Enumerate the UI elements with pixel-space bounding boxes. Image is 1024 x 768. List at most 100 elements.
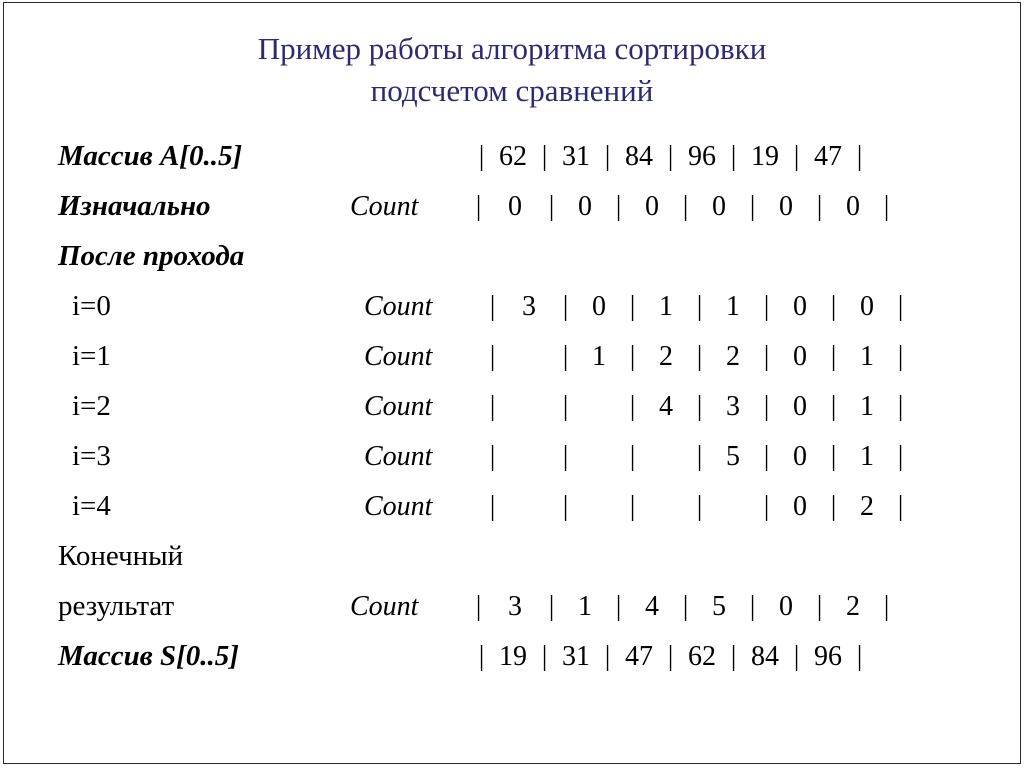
row-sublabel-i2: Count [364, 391, 433, 422]
row-cells-final-result: | 3 | 1 | 4 | 5 | 0 | 2 | [472, 582, 978, 632]
slide: Пример работы алгоритма сортировки подсч… [0, 0, 1024, 768]
cell-separator: | [793, 641, 800, 672]
cell-separator: | [541, 641, 548, 672]
table-cell: 0 [860, 291, 874, 322]
cell-separator: | [816, 591, 823, 622]
cell-separator: | [629, 441, 636, 472]
table-cell: 0 [712, 191, 726, 222]
table-cell: 62 [688, 641, 716, 672]
cell-separator: | [682, 591, 689, 622]
final-result-label-line1: Конечный [58, 540, 184, 572]
cell-separator: | [763, 491, 770, 522]
cell-separator: | [615, 191, 622, 222]
cell-separator: | [696, 341, 703, 372]
table-cell: 2 [726, 341, 740, 372]
cell-separator: | [629, 341, 636, 372]
cell-separator: | [696, 441, 703, 472]
table-cell: 96 [688, 141, 716, 172]
table-cell: 0 [508, 191, 522, 222]
row-label-i2: i=2 [72, 390, 111, 422]
row-cells-i3: | | | | 5 | 0 | 1 | [486, 432, 978, 482]
cell-separator: | [562, 391, 569, 422]
cell-separator: | [489, 341, 496, 372]
table-row-array-s: Массив S[0..5] | 19 | 31 | 47 | 62 | 84 … [58, 631, 978, 681]
cell-separator: | [730, 641, 737, 672]
row-label-initially: Изначально [58, 190, 211, 222]
cell-separator: | [830, 341, 837, 372]
row-cells-i0: | 3 | 0 | 1 | 1 | 0 | 0 | [486, 282, 978, 332]
cell-separator: | [696, 391, 703, 422]
cell-separator: | [629, 491, 636, 522]
cell-separator: | [562, 491, 569, 522]
table-cell: 84 [751, 641, 779, 672]
table-cell: 2 [860, 491, 874, 522]
table-cell: 5 [726, 441, 740, 472]
cell-separator: | [562, 341, 569, 372]
cell-separator: | [475, 591, 482, 622]
row-cells-array-a: | 62 | 31 | 84 | 96 | 19 | 47 | [472, 132, 978, 182]
cell-separator: | [830, 291, 837, 322]
cell-separator: | [883, 591, 890, 622]
page-title-line-2: подсчетом сравнений [370, 73, 654, 108]
cell-separator: | [489, 291, 496, 322]
row-label-array-a: Массив A[0..5] [58, 140, 243, 172]
cell-separator: | [763, 391, 770, 422]
table-cell: 0 [779, 191, 793, 222]
table-cell: 1 [860, 341, 874, 372]
cell-separator: | [749, 191, 756, 222]
cell-separator: | [629, 391, 636, 422]
cell-separator: | [548, 591, 555, 622]
section-header-label: После прохода [58, 240, 245, 272]
cell-separator: | [856, 141, 863, 172]
cell-separator: | [667, 141, 674, 172]
table-cell: 3 [726, 391, 740, 422]
table-cell: 31 [562, 141, 590, 172]
table-cell: 0 [793, 441, 807, 472]
table-row-i0: i=0 Count | 3 | 0 | 1 | 1 | 0 | 0 | [58, 281, 978, 331]
cell-separator: | [489, 491, 496, 522]
cell-separator: | [883, 191, 890, 222]
cell-separator: | [696, 291, 703, 322]
cell-separator: | [763, 341, 770, 372]
row-sublabel-i0: Count [364, 291, 433, 322]
row-sublabel-i4: Count [364, 491, 433, 522]
cell-separator: | [475, 191, 482, 222]
row-label-i1: i=1 [72, 340, 111, 372]
cell-separator: | [763, 291, 770, 322]
cell-separator: | [749, 591, 756, 622]
cell-separator: | [604, 641, 611, 672]
table-row-final-result: результат Count | 3 | 1 | 4 | 5 | 0 | 2 … [58, 581, 978, 631]
table-cell: 5 [712, 591, 726, 622]
table-cell: 0 [578, 191, 592, 222]
page-title-line-1: Пример работы алгоритма сортировки [257, 31, 767, 66]
cell-separator: | [856, 641, 863, 672]
table-cell: 1 [726, 291, 740, 322]
table-cell: 96 [814, 641, 842, 672]
cell-separator: | [667, 641, 674, 672]
table-cell: 0 [793, 391, 807, 422]
page-title: Пример работы алгоритма сортировки подсч… [60, 28, 964, 112]
row-sublabel-initially: Count [350, 191, 419, 222]
table-cell: 4 [645, 591, 659, 622]
table-cell: 19 [499, 641, 527, 672]
cell-separator: | [897, 391, 904, 422]
table-cell: 3 [522, 291, 536, 322]
table-row-i1: i=1 Count | | 1 | 2 | 2 | 0 | 1 | [58, 331, 978, 381]
cell-separator: | [541, 141, 548, 172]
table-row-array-a: Массив A[0..5] | 62 | 31 | 84 | 96 | 19 … [58, 131, 978, 181]
row-cells-initially: | 0 | 0 | 0 | 0 | 0 | 0 | [472, 182, 978, 232]
sort-trace-table: Массив A[0..5] | 62 | 31 | 84 | 96 | 19 … [58, 131, 978, 681]
row-label-array-s: Массив S[0..5] [58, 640, 239, 672]
cell-separator: | [897, 491, 904, 522]
table-cell: 31 [562, 641, 590, 672]
cell-separator: | [830, 441, 837, 472]
cell-separator: | [629, 291, 636, 322]
cell-separator: | [696, 491, 703, 522]
table-cell: 3 [508, 591, 522, 622]
table-cell: 47 [814, 141, 842, 172]
cell-separator: | [897, 291, 904, 322]
row-label-i4: i=4 [72, 490, 111, 522]
row-cells-array-s: | 19 | 31 | 47 | 62 | 84 | 96 | [472, 632, 978, 682]
table-cell: 19 [751, 141, 779, 172]
row-sublabel-i1: Count [364, 341, 433, 372]
